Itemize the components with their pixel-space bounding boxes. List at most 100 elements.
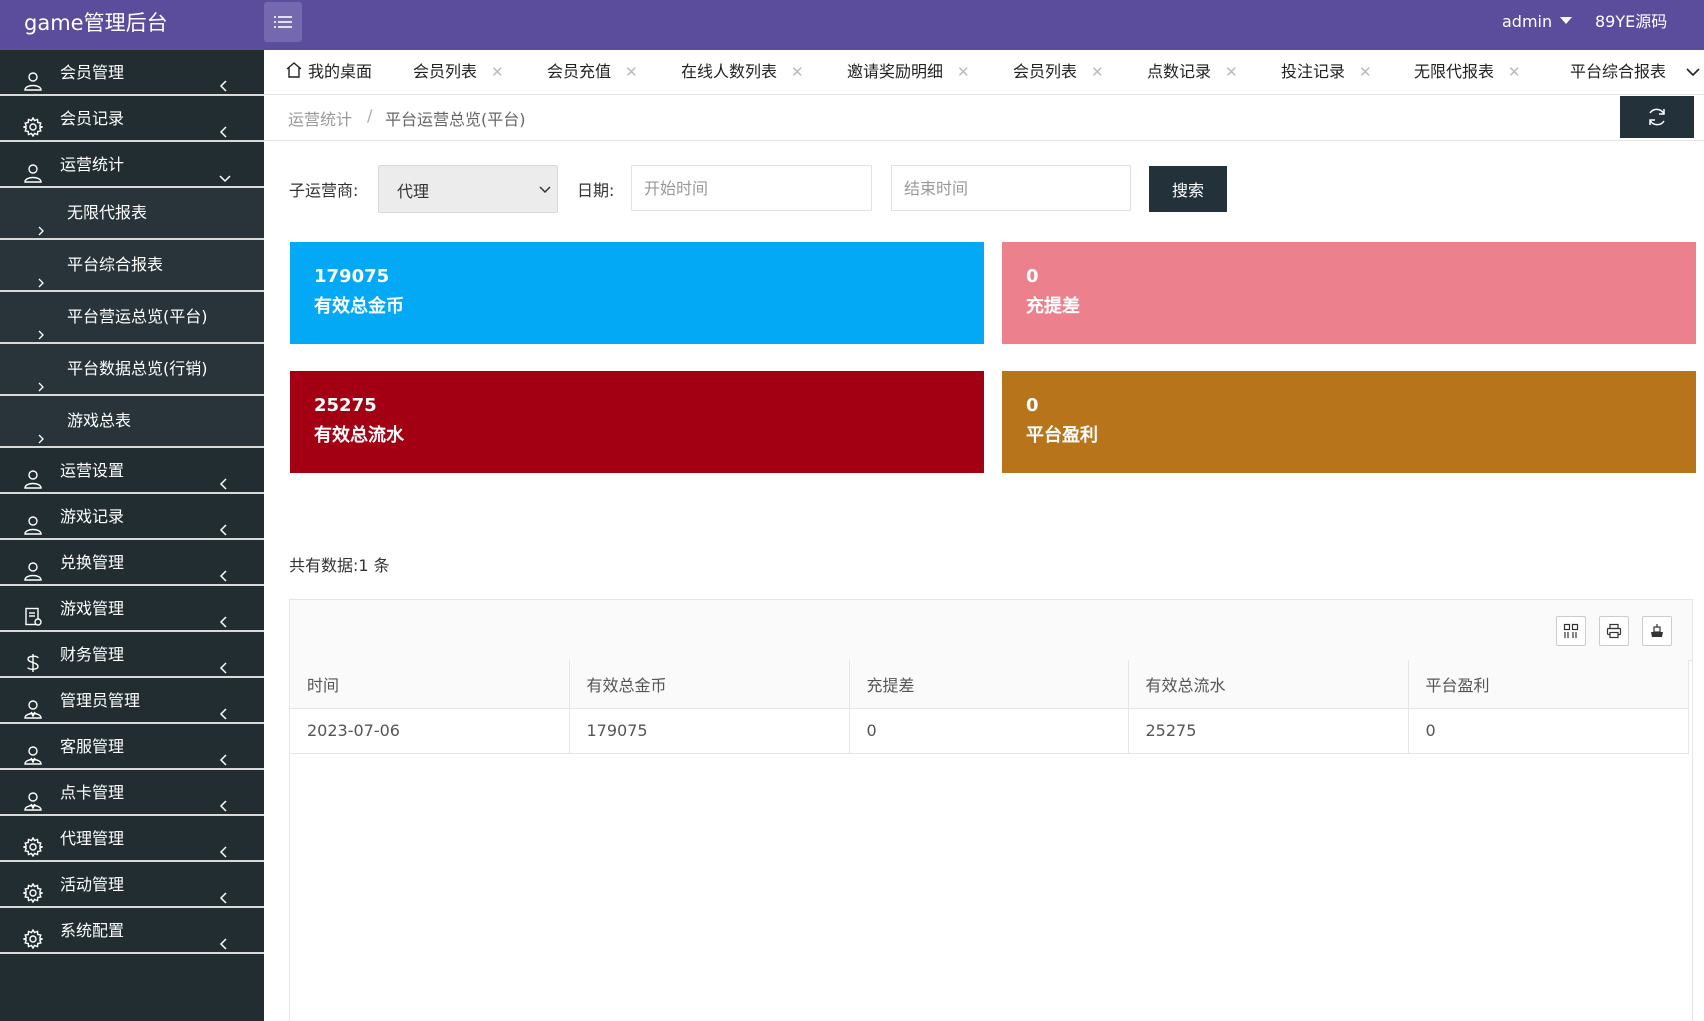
sidebar-subitem[interactable]: 无限代报表 [0,188,264,240]
tab[interactable]: 点数记录 ✕ [1147,50,1238,94]
grid-icon [1563,623,1579,638]
sidebar-subitem[interactable]: 平台数据总览(行销) [0,344,264,396]
data-table-panel: 时间 有效总金币 充提差 有效总流水 平台盈利 2023-07-06 179075 0 252… [289,599,1693,1021]
close-icon[interactable]: ✕ [491,63,504,81]
sidebar-subitem[interactable]: 游戏总表 [0,396,264,448]
sidebar-subitem-label: 平台营运总览(平台) [67,307,208,326]
start-date-input[interactable] [631,165,872,211]
tab[interactable]: 邀请奖励明细 ✕ [847,50,970,94]
chevron-left-icon [218,601,230,628]
sidebar-subitem-label: 无限代报表 [67,203,148,222]
sidebar-item[interactable]: 会员记录 [0,96,264,142]
tab-label: 平台综合报表 [1570,62,1667,81]
sidebar-item[interactable]: 管理员管理 [0,678,264,724]
sidebar-item-label: 会员记录 [60,109,125,128]
home-icon [286,62,302,78]
refresh-icon [1649,108,1665,126]
record-count: 共有数据:1 条 [289,556,390,575]
document-icon [23,599,43,626]
gear-icon [22,875,44,904]
sidebar-subitem[interactable]: 平台综合报表 [0,240,264,292]
data-table: 时间 有效总金币 充提差 有效总流水 平台盈利 2023-07-06 179075 0 252… [290,660,1689,754]
tab[interactable]: 会员列表 ✕ [1013,50,1104,94]
tab-label: 在线人数列表 [681,62,778,81]
chevron-right-icon [36,415,46,444]
sidebar-item[interactable]: 代理管理 [0,816,264,862]
sidebar-item-label: 运营统计 [60,155,125,174]
sidebar-item[interactable]: 运营统计 [0,142,264,188]
end-date-input[interactable] [891,165,1131,211]
tab[interactable]: 会员充值 ✕ [547,50,638,94]
stat-card: 179075 有效总金币 [290,242,984,344]
top-bar: game管理后台 admin 89YE源码 [0,0,1704,50]
close-icon[interactable]: ✕ [1091,63,1104,81]
tab-label: 点数记录 [1147,62,1212,81]
tab-label: 会员列表 [413,62,478,81]
tab-bar: 平台综合报表 无限代报表 ✕ 投注记录 ✕ 点数记录 ✕ 会员列表 ✕ 邀请奖励明细 ✕ 在线人数列表… [264,50,1704,95]
sidebar-item[interactable]: 财务管理 [0,632,264,678]
operator-select[interactable]: 代理 [378,165,558,213]
date-label: 日期: [577,181,615,200]
table-cell: 179075 [569,708,850,754]
stat-card: 25275 有效总流水 [290,371,984,473]
search-button[interactable]: 搜索 [1149,166,1227,212]
chevron-right-icon [36,311,46,340]
chevron-left-icon [218,463,230,490]
sidebar-item[interactable]: 客服管理 [0,724,264,770]
close-icon[interactable]: ✕ [1508,63,1521,81]
sidebar-item-label: 客服管理 [60,737,125,756]
chevron-left-icon [218,693,230,720]
breadcrumb: 运营统计 / 平台运营总览(平台) [264,94,1704,141]
export-button[interactable] [1642,616,1672,646]
chevron-right-icon [36,363,46,392]
sidebar-item[interactable]: 活动管理 [0,862,264,908]
sidebar-item[interactable]: 点卡管理 [0,770,264,816]
close-icon[interactable]: ✕ [1359,63,1372,81]
user-menu[interactable]: admin [1502,0,1573,46]
chevron-left-icon [218,647,230,674]
sidebar-item[interactable]: 游戏记录 [0,494,264,540]
close-icon[interactable]: ✕ [791,63,804,81]
close-icon[interactable]: ✕ [625,63,638,81]
table-cell: 0 [1408,708,1689,754]
user-icon [23,507,43,535]
sidebar-item-label: 运营设置 [60,461,125,480]
operator-select-value: 代理 [397,182,430,201]
gear-icon [22,829,44,858]
sidebar-item-label: 管理员管理 [60,691,141,710]
stat-label: 有效总流水 [314,425,404,446]
breadcrumb-separator: / [367,106,373,125]
chevron-left-icon [218,555,230,582]
tab[interactable]: 会员列表 ✕ [413,50,504,94]
tab[interactable]: 在线人数列表 ✕ [681,50,804,94]
tab[interactable]: 无限代报表 ✕ [1414,50,1521,94]
tab[interactable]: 我的桌面 [285,50,372,94]
sidebar-subitem[interactable]: 平台营运总览(平台) [0,292,264,344]
menu-toggle-button[interactable] [264,2,302,42]
sidebar-item[interactable]: 游戏管理 [0,586,264,632]
sidebar-item[interactable]: 兑换管理 [0,540,264,586]
print-button[interactable] [1599,616,1629,646]
tab[interactable]: 投注记录 ✕ [1281,50,1372,94]
close-icon[interactable]: ✕ [1225,63,1238,81]
sidebar-item-label: 游戏管理 [60,599,125,618]
sidebar-item[interactable]: 系统配置 [0,908,264,954]
tab[interactable]: 平台综合报表 [1570,50,1666,94]
columns-button[interactable] [1556,616,1586,646]
brand-link[interactable]: 89YE源码 [1595,0,1667,46]
table-cell: 25275 [1128,708,1409,754]
dollar-icon [23,645,43,672]
sidebar-item[interactable]: 会员管理 [0,50,264,96]
sidebar-item[interactable]: 运营设置 [0,448,264,494]
tab-scroll-button[interactable] [1682,50,1704,94]
sidebar-item-label: 代理管理 [60,829,125,848]
sidebar-item-label: 财务管理 [60,645,125,664]
refresh-button[interactable] [1620,96,1694,138]
sidebar-item-label: 活动管理 [60,875,125,894]
print-icon [1606,623,1622,639]
chevron-left-icon [218,923,230,950]
column-header: 充提差 [849,660,1129,709]
sidebar-subitem-label: 游戏总表 [67,411,132,430]
close-icon[interactable]: ✕ [957,63,970,81]
breadcrumb-parent[interactable]: 运营统计 [288,106,352,130]
